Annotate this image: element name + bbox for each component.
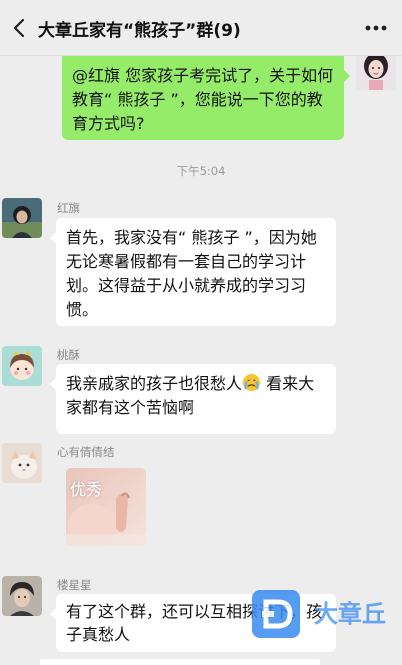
sender-name: 楼星星	[57, 578, 92, 592]
more-dots-icon	[365, 25, 387, 31]
watermark-logo: 大章丘	[252, 590, 400, 638]
message-bubble[interactable]: 首先，我家没有“ 熊孩子 ”，因为她无论寒暑假都有一套自己的学习计划。这得益于从…	[50, 218, 336, 326]
watermark-text: 大章丘	[314, 600, 386, 628]
message-image[interactable]: 优秀	[66, 468, 146, 546]
message-bubble[interactable]: 我亲戚家的孩子也很愁人 看来大家都有这个苦恼啊	[50, 364, 336, 434]
image-caption: 优秀	[70, 480, 103, 499]
chat-message-list[interactable]: @红旗 您家孩子考完试了，关于如何教育“ 熊孩子 ”，您能说一下您的教育方式吗?…	[0, 56, 402, 665]
sender-name: 心有倩倩结	[57, 445, 115, 459]
message-timestamp: 下午5:04	[176, 164, 226, 178]
chat-title: 大章丘家有“熊孩子”群(9)	[38, 21, 241, 41]
more-options-button[interactable]	[362, 16, 390, 40]
avatar-louxingxing[interactable]	[2, 576, 42, 616]
back-button[interactable]	[8, 14, 30, 42]
d-logo-icon	[252, 590, 300, 638]
avatar-xinyouqianqianjie[interactable]	[2, 443, 42, 483]
self-avatar[interactable]	[356, 56, 396, 90]
avatar-hongqi[interactable]	[2, 198, 42, 238]
sender-name: 红旗	[57, 201, 80, 215]
chat-header: 大章丘家有“熊孩子”群(9)	[0, 0, 402, 56]
avatar-taosu[interactable]	[2, 346, 42, 386]
message-bubble-self[interactable]: @红旗 您家孩子考完试了，关于如何教育“ 熊孩子 ”，您能说一下您的教育方式吗?	[62, 56, 350, 140]
chevron-left-icon	[13, 18, 25, 38]
sender-name: 桃酥	[57, 348, 80, 362]
input-bar-edge[interactable]	[40, 659, 320, 665]
message-text: 我亲戚家的孩子也很愁人	[66, 374, 243, 393]
crying-emoji-icon	[242, 373, 261, 392]
